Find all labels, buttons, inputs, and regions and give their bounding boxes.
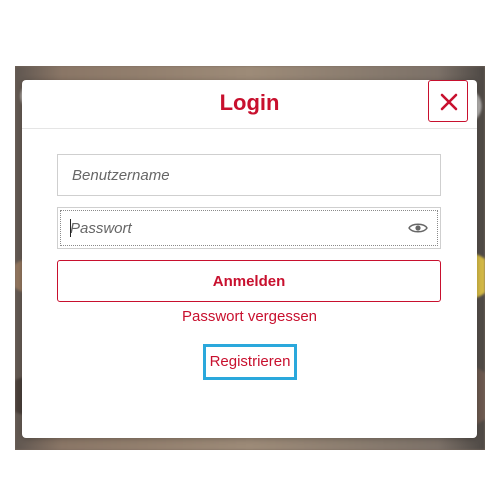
dialog-title: Login [219,90,280,115]
dialog-header: Login [22,80,477,129]
password-field[interactable] [60,210,420,246]
close-button[interactable] [428,80,468,122]
close-icon [440,93,458,111]
password-field-wrapper[interactable] [57,207,441,249]
login-dialog: Login Anmelden Passwort vergessen Regist… [22,80,477,438]
eye-icon[interactable] [408,221,428,235]
login-button[interactable]: Anmelden [57,260,441,302]
text-cursor [70,219,71,237]
register-link[interactable]: Registrieren [203,344,297,380]
forgot-password-link[interactable]: Passwort vergessen [22,308,477,325]
username-field[interactable] [57,154,441,196]
